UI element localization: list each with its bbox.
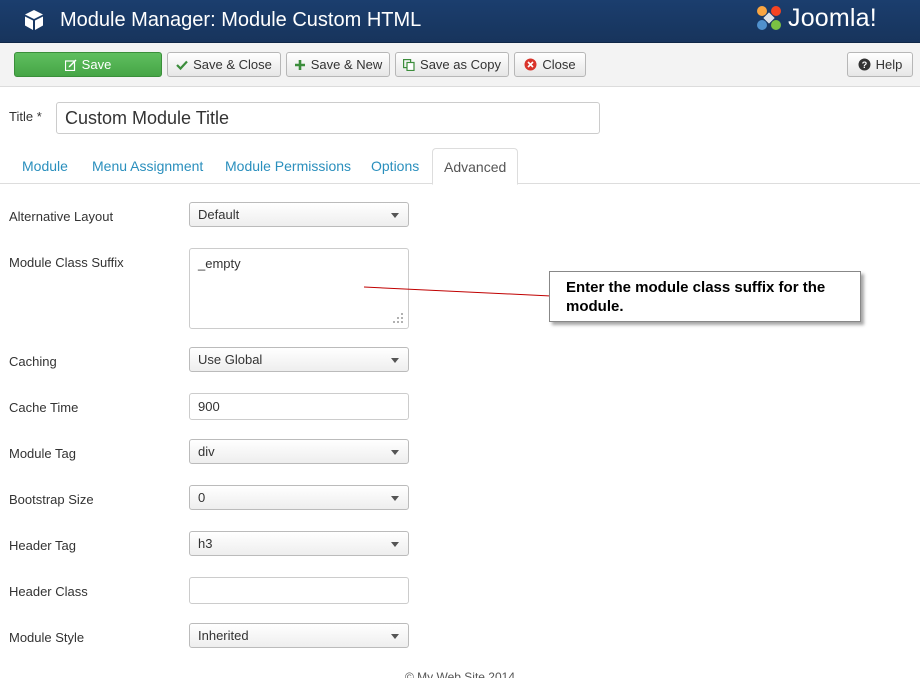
alternative-layout-label: Alternative Layout	[9, 209, 114, 224]
close-icon	[524, 58, 537, 71]
tab-options[interactable]: Options	[360, 148, 430, 184]
callout-box: Enter the module class suffix for the mo…	[549, 271, 861, 322]
alternative-layout-value: Default	[198, 207, 240, 222]
toolbar: Save Save & Close Save & New Save as Cop…	[0, 43, 920, 87]
help-label: Help	[875, 57, 903, 72]
save-close-button[interactable]: Save & Close	[167, 52, 281, 77]
module-style-label: Module Style	[9, 630, 85, 645]
chevron-down-icon	[391, 496, 399, 501]
title-input[interactable]: Custom Module Title	[56, 102, 600, 134]
tab-module[interactable]: Module	[11, 148, 79, 184]
cube-icon	[25, 10, 43, 30]
chevron-down-icon	[391, 213, 399, 218]
save-copy-label: Save as Copy	[420, 57, 501, 72]
app-header: Module Manager: Module Custom HTML Jooml…	[0, 0, 920, 43]
module-class-suffix-value: _empty	[198, 256, 241, 271]
module-class-suffix-label: Module Class Suffix	[9, 255, 124, 270]
header-tag-label: Header Tag	[9, 538, 76, 553]
module-style-select[interactable]: Inherited	[189, 623, 409, 648]
tab-menu-assignment[interactable]: Menu Assignment	[81, 148, 214, 184]
module-style-value: Inherited	[198, 628, 249, 643]
header-class-label: Header Class	[9, 584, 88, 599]
caching-label: Caching	[9, 354, 57, 369]
save-as-copy-button[interactable]: Save as Copy	[395, 52, 509, 77]
title-label: Title *	[9, 109, 42, 124]
save-new-button[interactable]: Save & New	[286, 52, 390, 77]
module-class-suffix-textarea[interactable]: _empty	[189, 248, 409, 329]
edit-icon	[64, 59, 77, 71]
module-tag-label: Module Tag	[9, 446, 76, 461]
plus-icon	[294, 59, 305, 70]
alternative-layout-select[interactable]: Default	[189, 202, 409, 227]
caching-select[interactable]: Use Global	[189, 347, 409, 372]
question-icon: ?	[858, 58, 871, 71]
copy-icon	[403, 58, 415, 71]
footer-copyright: © My Web Site 2014	[404, 670, 515, 678]
chevron-down-icon	[391, 358, 399, 363]
chevron-down-icon	[391, 450, 399, 455]
bootstrap-size-select[interactable]: 0	[189, 485, 409, 510]
caching-value: Use Global	[198, 352, 263, 367]
cache-time-label: Cache Time	[9, 400, 79, 415]
checkmark-icon	[176, 60, 188, 70]
save-new-label: Save & New	[310, 57, 383, 72]
joomla-logo[interactable]: Joomla!	[754, 1, 877, 35]
page-title: Module Manager: Module Custom HTML	[60, 9, 422, 31]
resize-handle-icon[interactable]	[392, 312, 404, 324]
chevron-down-icon	[391, 634, 399, 639]
chevron-down-icon	[391, 542, 399, 547]
close-button[interactable]: Close	[514, 52, 586, 77]
joomla-logo-icon	[757, 6, 781, 30]
tab-module-permissions[interactable]: Module Permissions	[214, 148, 362, 184]
close-label: Close	[542, 57, 576, 72]
cache-time-input[interactable]: 900	[189, 393, 409, 420]
header-tag-select[interactable]: h3	[189, 531, 409, 556]
bootstrap-size-value: 0	[198, 490, 206, 505]
help-button[interactable]: ? Help	[847, 52, 913, 77]
module-tag-select[interactable]: div	[189, 439, 409, 464]
tab-advanced[interactable]: Advanced	[432, 148, 519, 185]
save-close-label: Save & Close	[193, 57, 272, 72]
bootstrap-size-label: Bootstrap Size	[9, 492, 94, 507]
svg-text:?: ?	[861, 60, 867, 70]
tab-bar: Module Menu Assignment Module Permission…	[0, 148, 920, 185]
header-tag-value: h3	[198, 536, 213, 551]
logo-text: Joomla!	[788, 3, 877, 32]
save-button[interactable]: Save	[14, 52, 162, 77]
header-class-input[interactable]	[189, 577, 409, 604]
module-tag-value: div	[198, 444, 215, 459]
save-label: Save	[81, 57, 112, 72]
